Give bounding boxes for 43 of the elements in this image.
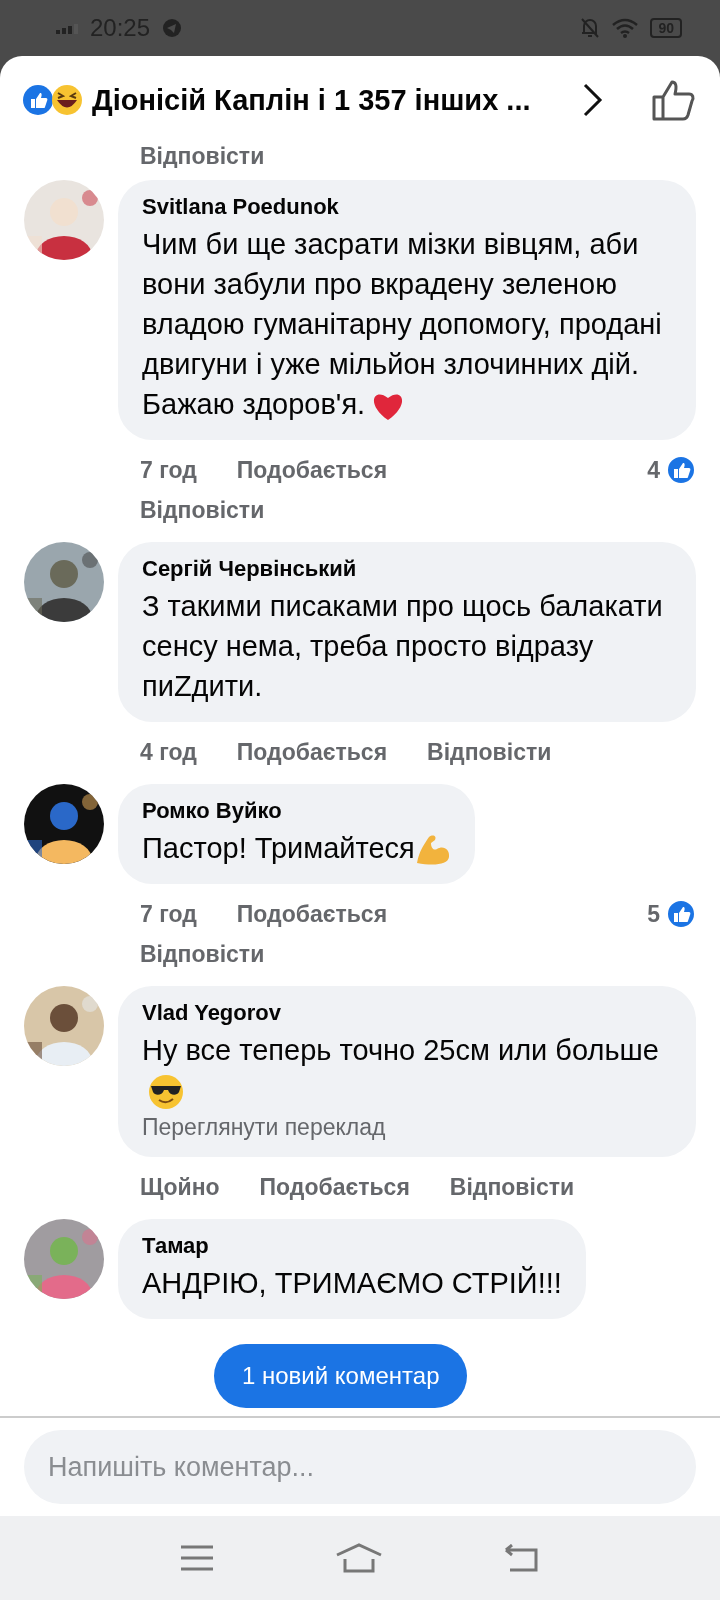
new-comments-button[interactable]: 1 новий коментар [214,1344,468,1408]
signal-icon [56,22,78,34]
sunglasses-face-icon [148,1074,184,1111]
comment-text: З такими писаками про щось балакати сенсу нема, треба просто відразу пиZдити. [142,589,664,704]
like-reaction-icon [666,899,696,929]
like-link[interactable]: Подобається [236,456,388,484]
reply-link[interactable]: Відповісти [140,496,265,524]
menu-icon[interactable] [180,1545,215,1571]
comment-time: 7 год [140,456,197,484]
home-icon[interactable] [335,1543,383,1573]
reply-link[interactable]: Відповісти [427,738,552,766]
comment-text: Чим би ще засрати мізки вівцям, аби вони забули про вкрадену зеленою владою гуманітарну допомогу, продані двигуни і уже мільйон злочинних дій. Бажаю здоров'я. [142,227,663,424]
reaction-count: 4 [647,456,660,484]
reply-link[interactable]: Відповісти [140,144,265,168]
comment-time: 7 год [140,900,197,928]
comment-input[interactable]: Напишіть коментар... [24,1430,696,1504]
reply-link[interactable]: Відповісти [449,1173,575,1201]
telegram-icon [162,18,183,38]
comment-author[interactable]: Vlad Yegorov [142,1000,672,1026]
see-translation-link[interactable]: Переглянути переклад [142,1114,672,1142]
wifi-icon [612,18,639,38]
reactions-summary[interactable]: Діонісій Каплін і 1 357 інших ... [92,83,531,117]
reply-link[interactable]: Відповісти [140,940,265,968]
bell-off-icon [580,17,601,39]
like-link[interactable]: Подобається [259,1173,410,1201]
comment-author[interactable]: Сергій Червінський [142,556,672,582]
comment-time: Щойно [140,1173,220,1201]
flexed-arm-icon [414,833,451,868]
like-reaction-icon [666,455,696,485]
comment-author[interactable]: Svitlana Poedunok [142,194,672,220]
back-icon[interactable] [503,1544,540,1572]
reaction-count: 5 [647,900,660,928]
reaction-icons [22,83,84,117]
comment-author[interactable]: Ромко Вуйко [142,798,451,824]
comment-time: 4 год [140,738,197,766]
like-link[interactable]: Подобається [236,738,388,766]
like-link[interactable]: Подобається [236,900,388,928]
thumbs-up-icon[interactable] [652,79,696,121]
comment-author[interactable]: Тамар [142,1233,562,1260]
comment-text: Пастор! Тримайтеся [142,828,451,868]
comment-text: АНДРІЮ, ТРИМАЄМО СТРІЙ!!! [142,1265,562,1302]
chevron-right-icon[interactable] [582,82,604,118]
comment-text: Ну все теперь точно 25см или больше [142,1030,672,1111]
